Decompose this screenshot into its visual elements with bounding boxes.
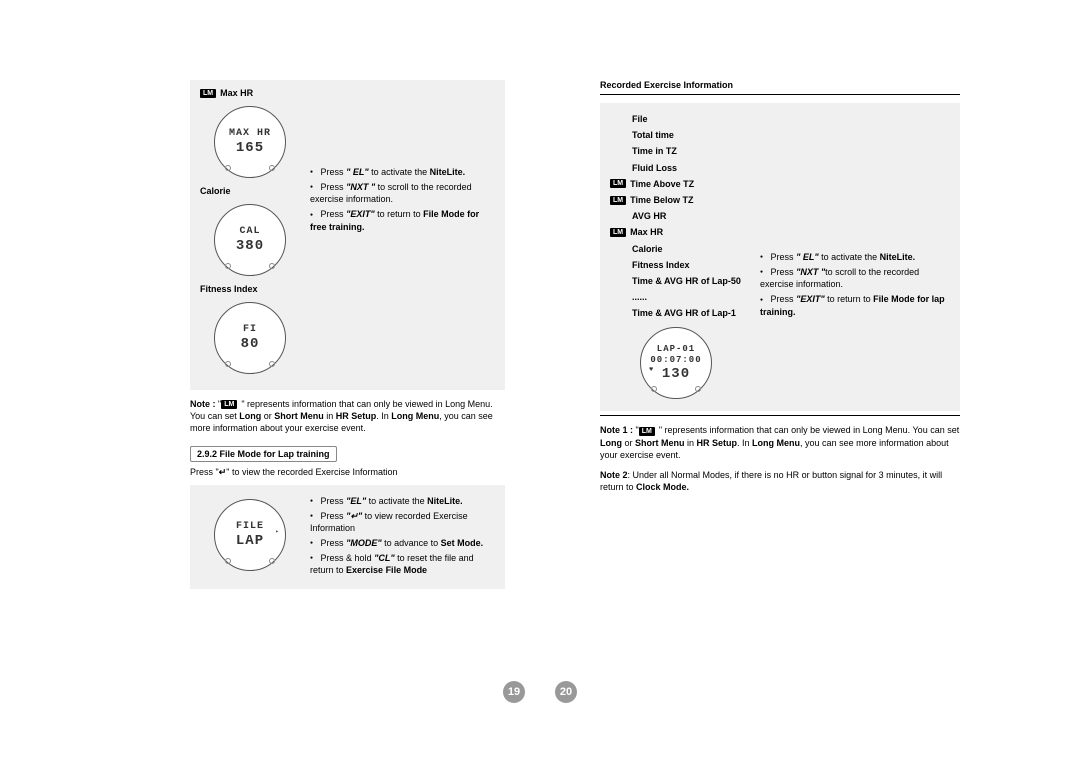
page-number: 20 <box>555 681 577 703</box>
lm-badge: LM <box>610 228 626 237</box>
list-item-text: Max HR <box>630 224 663 240</box>
section-subtext: Press "↵" to view the recorded Exercise … <box>190 466 505 478</box>
bullet: Press "EL" to activate the NiteLite. <box>310 495 495 507</box>
list-item-text: Calorie <box>632 241 663 257</box>
page-spread: LM Max HR MAX HR165 Calorie CAL380 Fitness In… <box>0 0 1080 763</box>
gray-box-bottom: FILE LAP ▸ Press "EL" to activate the Ni… <box>190 485 505 590</box>
list-item-text: Time Below TZ <box>630 192 693 208</box>
bullet: Press & hold "CL" to reset the file and … <box>310 552 495 576</box>
info-list: FileTotal timeTime in TZFluid Loss LM Time… <box>610 111 760 321</box>
bullet: Press "EXIT" to return to File Mode for … <box>310 208 495 232</box>
list-item: Total time <box>610 127 760 143</box>
watch-label: Calorie <box>200 186 231 196</box>
instr-column: Press " EL" to activate the NiteLite. Pr… <box>310 86 495 236</box>
watch-face: FILE LAP ▸ <box>214 499 286 571</box>
instr-column: Press " EL" to activate the NiteLite. Pr… <box>760 111 950 321</box>
note-1: Note 1 : "LM" represents information tha… <box>600 424 960 460</box>
divider <box>600 415 960 416</box>
section-header: Recorded Exercise Information <box>600 80 960 90</box>
bullet: Press " EL" to activate the NiteLite. <box>310 166 495 178</box>
instr-column: Press "EL" to activate the NiteLite. Pre… <box>310 495 495 580</box>
watch-column: FILE LAP ▸ <box>200 495 300 577</box>
lm-badge: LM <box>610 196 626 205</box>
bullet: Press "↵" to view recorded Exercise Info… <box>310 510 495 534</box>
lm-badge: LM <box>610 179 626 188</box>
page-20: Recorded Exercise Information FileTotal … <box>540 0 1080 763</box>
watch-face: CAL380 <box>214 204 286 276</box>
list-item: Fitness Index <box>610 257 760 273</box>
list-item-text: ...... <box>632 289 647 305</box>
list-item: Calorie <box>610 241 760 257</box>
list-item: Time & AVG HR of Lap-50 <box>610 273 760 289</box>
list-item: LM Max HR <box>610 224 760 240</box>
list-item: Fluid Loss <box>610 160 760 176</box>
gray-box-top: LM Max HR MAX HR165 Calorie CAL380 Fitness In… <box>190 80 505 390</box>
list-item-text: Time & AVG HR of Lap-1 <box>632 305 736 321</box>
watch-face-lap: LAP-01 00:07:00 130 ♥ <box>640 327 712 399</box>
list-item: Time in TZ <box>610 143 760 159</box>
watch-face: FI80 <box>214 302 286 374</box>
list-item: File <box>610 111 760 127</box>
bullet: Press "NXT " to scroll to the recorded e… <box>310 181 495 205</box>
gray-box-right: FileTotal timeTime in TZFluid Loss LM Time… <box>600 103 960 411</box>
list-item-text: Fluid Loss <box>632 160 677 176</box>
divider <box>600 94 960 95</box>
list-item: LM Time Above TZ <box>610 176 760 192</box>
page-number: 19 <box>503 681 525 703</box>
lm-badge: LM <box>200 89 216 98</box>
list-item-text: Time in TZ <box>632 143 677 159</box>
list-item: LM Time Below TZ <box>610 192 760 208</box>
list-item-text: AVG HR <box>632 208 666 224</box>
section-heading: 2.9.2 File Mode for Lap training <box>190 446 337 462</box>
watch-column: LM Max HR MAX HR165 Calorie CAL380 Fitness In… <box>200 86 300 380</box>
bullet: Press "NXT "to scroll to the recorded ex… <box>760 266 950 290</box>
bullet: Press " EL" to activate the NiteLite. <box>760 251 950 263</box>
list-item: Time & AVG HR of Lap-1 <box>610 305 760 321</box>
list-item: AVG HR <box>610 208 760 224</box>
list-item-text: Time Above TZ <box>630 176 694 192</box>
watch-face: MAX HR165 <box>214 106 286 178</box>
note: Note : "LM" represents information that … <box>190 398 505 434</box>
list-item-text: Fitness Index <box>632 257 690 273</box>
list-item-text: File <box>632 111 648 127</box>
note-2: Note 2: Under all Normal Modes, if there… <box>600 469 960 493</box>
bullet: Press "EXIT" to return to File Mode for … <box>760 293 950 317</box>
watch-label: Fitness Index <box>200 284 258 294</box>
list-item-text: Total time <box>632 127 674 143</box>
bullet: Press "MODE" to advance to Set Mode. <box>310 537 495 549</box>
watch-label: Max HR <box>220 88 253 98</box>
list-item-text: Time & AVG HR of Lap-50 <box>632 273 741 289</box>
list-item: ...... <box>610 289 760 305</box>
page-19: LM Max HR MAX HR165 Calorie CAL380 Fitness In… <box>0 0 540 763</box>
